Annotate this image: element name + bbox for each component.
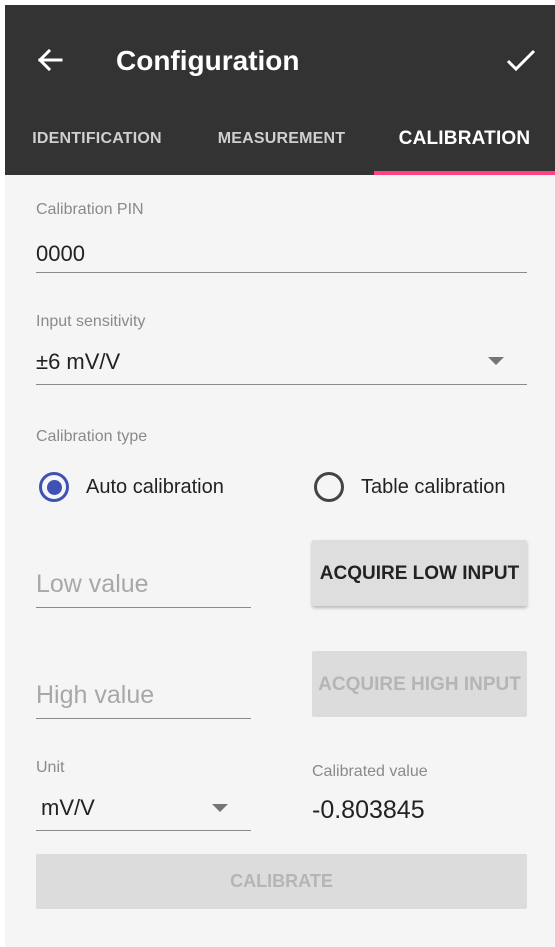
tab-measurement[interactable]: MEASUREMENT bbox=[189, 117, 374, 175]
radio-auto-calibration-label: Auto calibration bbox=[86, 475, 224, 498]
acquire-high-input-button[interactable]: ACQUIRE HIGH INPUT bbox=[312, 651, 527, 717]
sensitivity-underline bbox=[36, 384, 527, 385]
chevron-down-icon[interactable] bbox=[488, 357, 504, 365]
high-value-underline bbox=[36, 718, 251, 719]
tab-calibration[interactable]: CALIBRATION bbox=[374, 117, 555, 175]
radio-selected-icon bbox=[39, 472, 69, 502]
tab-identification[interactable]: IDENTIFICATION bbox=[5, 117, 189, 175]
calibrate-button[interactable]: CALIBRATE bbox=[36, 854, 527, 909]
radio-table-calibration-label: Table calibration bbox=[361, 475, 506, 498]
checkmark-icon bbox=[506, 49, 536, 72]
done-button[interactable] bbox=[501, 41, 541, 81]
acquire-low-input-button[interactable]: ACQUIRE LOW INPUT bbox=[312, 540, 527, 606]
calibrated-value: -0.803845 bbox=[312, 796, 425, 824]
calibrated-value-label: Calibrated value bbox=[312, 763, 428, 780]
active-tab-indicator bbox=[374, 171, 555, 175]
page-title: Configuration bbox=[116, 45, 300, 76]
low-value-input[interactable]: Low value bbox=[36, 570, 149, 599]
unit-select[interactable]: mV/V bbox=[41, 795, 95, 821]
chevron-down-icon[interactable] bbox=[212, 804, 228, 812]
configuration-screen: Configuration IDENTIFICATION MEASUREMENT… bbox=[5, 5, 555, 947]
radio-unselected-icon bbox=[314, 472, 344, 502]
unit-underline bbox=[36, 830, 251, 831]
back-button[interactable] bbox=[31, 41, 69, 79]
pin-label: Calibration PIN bbox=[36, 201, 144, 218]
arrow-back-icon bbox=[37, 48, 63, 72]
pin-field[interactable]: 0000 bbox=[36, 241, 85, 267]
low-value-underline bbox=[36, 607, 251, 608]
unit-label: Unit bbox=[36, 759, 65, 776]
calibration-type-label: Calibration type bbox=[36, 428, 148, 445]
pin-field-underline bbox=[36, 272, 527, 273]
radio-auto-calibration[interactable]: Auto calibration bbox=[39, 472, 224, 502]
high-value-input[interactable]: High value bbox=[36, 681, 154, 710]
radio-table-calibration[interactable]: Table calibration bbox=[314, 472, 506, 502]
sensitivity-select[interactable]: ±6 mV/V bbox=[36, 349, 120, 375]
sensitivity-label: Input sensitivity bbox=[36, 313, 146, 330]
app-bar: Configuration IDENTIFICATION MEASUREMENT… bbox=[5, 5, 555, 175]
